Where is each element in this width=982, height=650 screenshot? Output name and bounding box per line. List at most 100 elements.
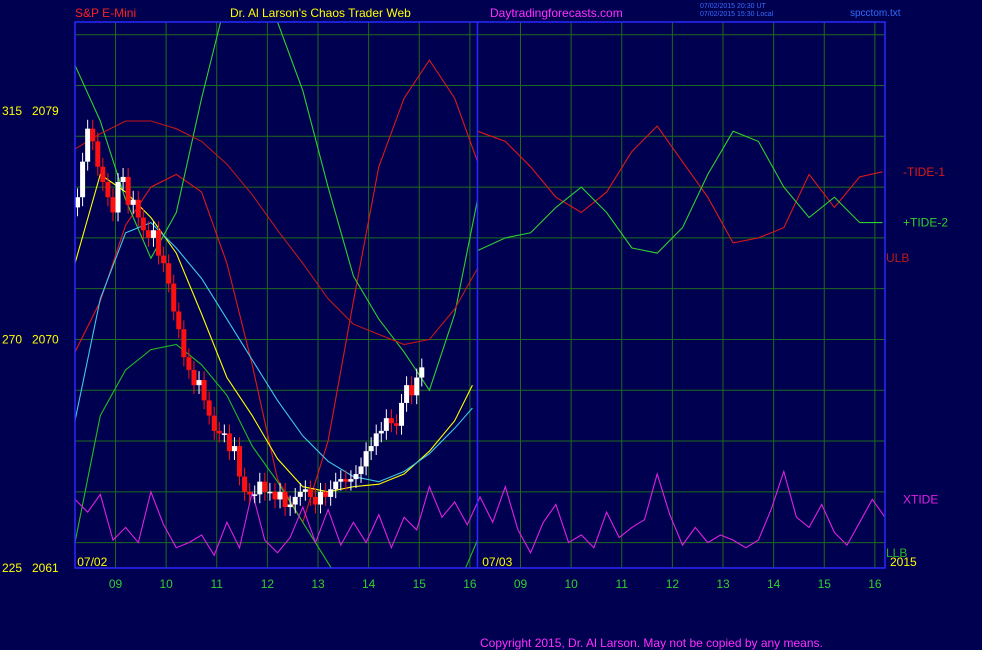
price-bar-body (135, 199, 141, 218)
price-bar-body (414, 377, 420, 396)
price-bar-body (323, 491, 329, 497)
price-bar-body (292, 496, 298, 505)
price-bar-body (262, 481, 268, 492)
y-axis-label-scale: 270 (2, 332, 22, 346)
price-bar-body (196, 380, 202, 386)
price-bar-body (100, 166, 106, 182)
price-bar-body (328, 489, 334, 497)
price-bar-body (95, 141, 101, 167)
price-bar-body (125, 176, 131, 205)
price-bar-body (191, 369, 197, 386)
x-axis-tick-label: 14 (362, 577, 376, 591)
price-bar-body (399, 402, 405, 426)
price-bar-body (312, 496, 318, 505)
x-axis-tick-label: 10 (564, 577, 578, 591)
price-bar-body (171, 283, 177, 312)
y-axis-label-price: 2070 (32, 332, 59, 346)
price-bar-body (206, 400, 212, 416)
price-bar-body (307, 489, 313, 497)
date-label: 07/02 (77, 555, 107, 569)
x-axis-tick-label: 09 (514, 577, 528, 591)
price-bar-body (393, 423, 399, 426)
series-label-tide-1: -TIDE-1 (903, 165, 945, 179)
price-bar-body (358, 466, 364, 475)
price-bar-body (378, 430, 384, 434)
price-bar-body (338, 479, 344, 482)
price-bar-body (80, 161, 86, 198)
x-axis-tick-label: 14 (767, 577, 781, 591)
price-bar-body (318, 491, 324, 505)
chart-title: Dr. Al Larson's Chaos Trader Web (230, 6, 411, 20)
price-bar-body (343, 479, 349, 482)
price-bar-body (130, 199, 136, 205)
x-axis-tick-label: 11 (616, 577, 629, 591)
price-bar-body (105, 181, 111, 198)
price-bar-body (110, 197, 116, 213)
price-bar-body (181, 329, 187, 358)
x-axis-tick-label: 13 (716, 577, 730, 591)
price-bar-body (404, 385, 410, 403)
timestamp-local: 07/02/2015 15:30 Local (700, 11, 774, 18)
timestamp-ut: 07/02/2015 20:30 UT (700, 3, 766, 10)
price-bar-body (237, 446, 243, 477)
date-label: 07/03 (482, 555, 512, 569)
price-bar-body (287, 504, 293, 508)
price-bar-body (363, 451, 369, 467)
price-bar-body (272, 491, 278, 500)
x-axis-tick-label: 12 (666, 577, 680, 591)
price-bar-body (282, 491, 288, 508)
price-bar-body (302, 489, 308, 492)
price-bar-body (156, 230, 162, 256)
price-bar-body (348, 479, 354, 482)
price-bar-body (150, 230, 156, 238)
price-bar-body (383, 418, 389, 431)
price-bar-body (419, 367, 425, 378)
y-axis-label-scale: 225 (2, 561, 22, 575)
price-bar-body (186, 357, 192, 370)
copyright-text: Copyright 2015, Dr. Al Larson. May not b… (480, 636, 823, 650)
chaos-trader-chart: S&P E-Mini Dr. Al Larson's Chaos Trader … (0, 0, 982, 650)
price-bar-body (353, 474, 359, 480)
price-bar-body (247, 491, 253, 495)
x-axis-tick-label: 11 (211, 577, 224, 591)
series-label-llb: LLB (886, 546, 907, 560)
price-bar-body (221, 433, 227, 435)
price-bar-body (252, 494, 258, 496)
price-bar-body (75, 197, 81, 208)
site-name: Daytradingforecasts.com (490, 6, 623, 20)
price-bar-body (368, 446, 374, 452)
price-bar-body (409, 385, 415, 396)
price-bar-body (373, 433, 379, 447)
price-bar-body (145, 230, 151, 238)
chart-background (0, 0, 982, 650)
price-bar-body (140, 217, 146, 231)
x-axis-tick-label: 15 (818, 577, 832, 591)
series-label-xtide: XTIDE (903, 492, 938, 506)
price-bar-body (333, 481, 339, 490)
symbol-title: S&P E-Mini (75, 6, 136, 20)
price-bar-body (211, 415, 217, 431)
data-file-label: spcctom.txt (850, 8, 901, 19)
x-axis-tick-label: 15 (413, 577, 427, 591)
price-bar-body (115, 181, 121, 213)
price-bar-body (231, 446, 237, 452)
price-bar-body (120, 176, 126, 182)
price-bar-body (90, 128, 96, 142)
price-bar-body (85, 128, 91, 162)
x-axis-tick-label: 09 (109, 577, 123, 591)
series-label-ulb: ULB (886, 251, 909, 265)
price-bar-body (388, 418, 394, 424)
price-bar-body (201, 380, 207, 401)
price-bar-body (226, 433, 232, 452)
x-axis-tick-label: 16 (868, 577, 882, 591)
price-bar-body (242, 476, 248, 492)
x-axis-tick-label: 12 (261, 577, 275, 591)
price-bar-body (267, 491, 273, 494)
x-axis-tick-label: 16 (463, 577, 477, 591)
series-label-tide-2: +TIDE-2 (903, 216, 948, 230)
price-bar-body (277, 491, 283, 500)
x-axis-tick-label: 13 (311, 577, 325, 591)
price-bar-body (166, 263, 172, 284)
y-axis-label-price: 2079 (32, 104, 59, 118)
y-axis-label-price: 2061 (32, 561, 59, 575)
